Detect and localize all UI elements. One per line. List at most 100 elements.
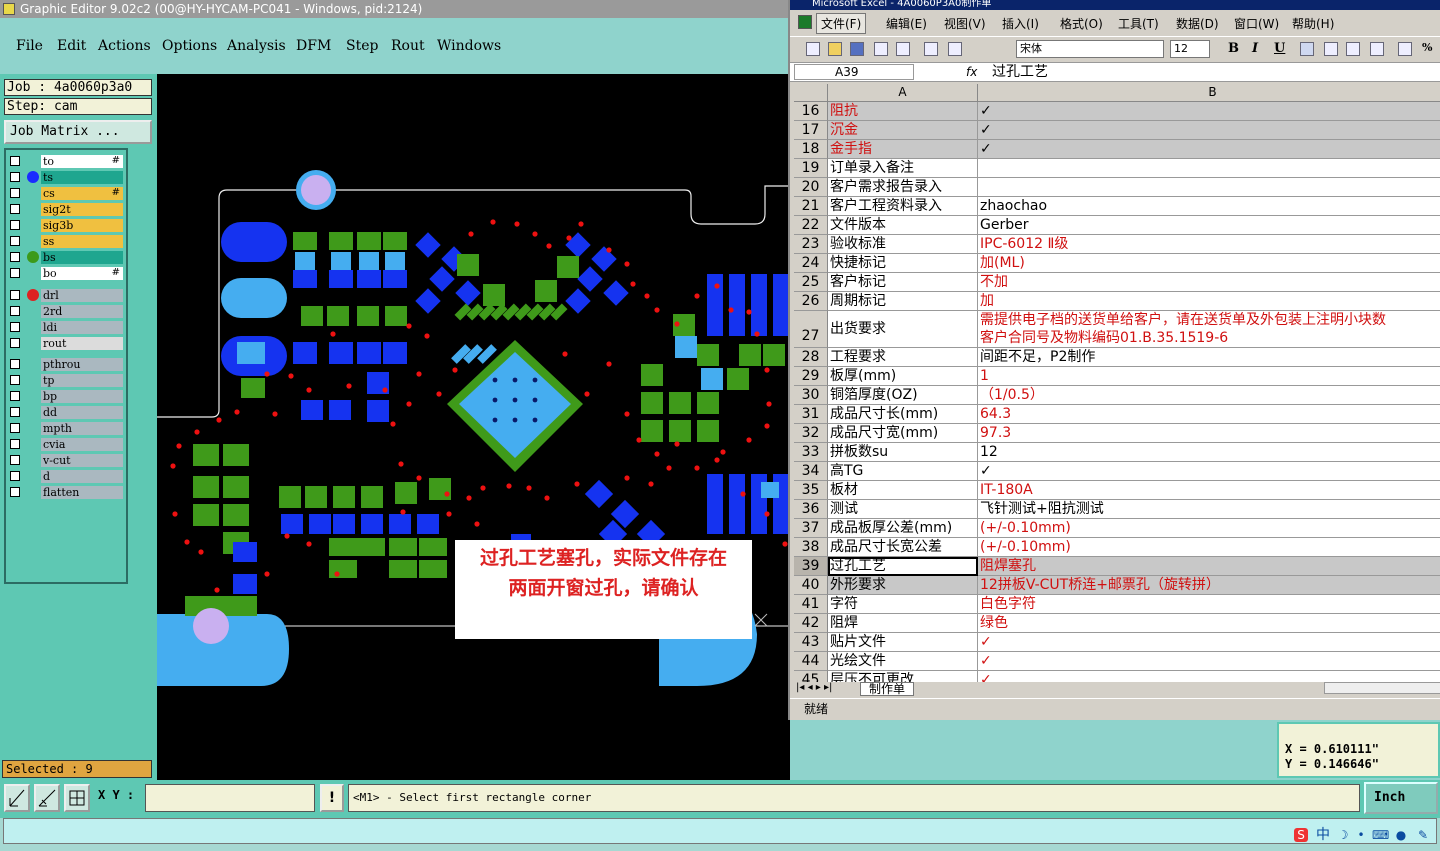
cell-a[interactable]: 过孔工艺 — [828, 557, 978, 576]
sheet-row-37[interactable]: 37 成品板厚公差(mm) (+/-0.10mm) — [794, 519, 1440, 538]
print-icon[interactable] — [924, 42, 938, 56]
row-number[interactable]: 25 — [794, 273, 828, 292]
sheet-row-22[interactable]: 22 文件版本 Gerber — [794, 216, 1440, 235]
layer-checkbox[interactable] — [10, 188, 20, 198]
row-number[interactable]: 21 — [794, 197, 828, 216]
layer-checkbox[interactable] — [10, 236, 20, 246]
permission-icon[interactable] — [874, 42, 888, 56]
layer-row-cvia[interactable]: cvia — [8, 438, 124, 452]
menu-data[interactable]: 数据(D) — [1176, 15, 1219, 32]
new-file-icon[interactable] — [806, 42, 820, 56]
zoom-fit-button[interactable] — [4, 784, 30, 812]
measure-button[interactable] — [34, 784, 60, 812]
excel-doc-icon[interactable] — [798, 15, 812, 29]
row-number[interactable]: 23 — [794, 235, 828, 254]
alert-button[interactable]: ! — [320, 784, 344, 812]
sheet-row-27[interactable]: 27 出货要求 需提供电子档的送货单给客户，请在送货单及外包装上注明小块数 客户合同号… — [794, 311, 1440, 348]
save-icon[interactable] — [850, 42, 864, 56]
cell-a[interactable]: 字符 — [828, 595, 978, 614]
email-icon[interactable] — [896, 42, 910, 56]
layer-checkbox[interactable] — [10, 423, 20, 433]
row-number[interactable]: 27 — [794, 311, 828, 348]
layer-checkbox[interactable] — [10, 455, 20, 465]
layer-row-bp[interactable]: bp — [8, 390, 124, 404]
sheet-row-36[interactable]: 36 测试 飞针测试+阻抗测试 — [794, 500, 1440, 519]
cell-b[interactable] — [978, 178, 1440, 197]
layer-row-vcut[interactable]: v-cut — [8, 454, 124, 468]
row-number[interactable]: 17 — [794, 121, 828, 140]
row-number[interactable]: 28 — [794, 348, 828, 367]
cell-b[interactable]: (+/-0.10mm) — [978, 519, 1440, 538]
layer-checkbox[interactable] — [10, 322, 20, 332]
row-number[interactable]: 35 — [794, 481, 828, 500]
layer-checkbox[interactable] — [10, 338, 20, 348]
cell-b[interactable]: ✓ — [978, 652, 1440, 671]
menu-edit[interactable]: Edit — [57, 38, 86, 54]
sheet-row-39[interactable]: 39 过孔工艺 阻焊塞孔 — [794, 557, 1440, 576]
cell-a[interactable]: 成品板厚公差(mm) — [828, 519, 978, 538]
row-number[interactable]: 38 — [794, 538, 828, 557]
menu-view[interactable]: 视图(V) — [944, 15, 986, 32]
layer-row-2rd[interactable]: 2rd — [8, 305, 124, 319]
layer-row-d[interactable]: d — [8, 470, 124, 484]
cell-a[interactable]: 客户需求报告录入 — [828, 178, 978, 197]
sheet-row-18[interactable]: 18 金手指 ✓ — [794, 140, 1440, 159]
row-number[interactable]: 41 — [794, 595, 828, 614]
percent-button[interactable]: % — [1422, 41, 1432, 54]
menu-options[interactable]: Options — [162, 38, 217, 54]
layer-checkbox[interactable] — [10, 407, 20, 417]
sheet-row-28[interactable]: 28 工程要求 间距不足，P2制作 — [794, 348, 1440, 367]
row-number[interactable]: 33 — [794, 443, 828, 462]
cell-b[interactable]: ✓ — [978, 462, 1440, 481]
ime-chinese-toggle[interactable]: 中 — [1316, 828, 1330, 842]
cell-a[interactable]: 铜箔厚度(OZ) — [828, 386, 978, 405]
row-number[interactable]: 18 — [794, 140, 828, 159]
cell-b[interactable]: ✓ — [978, 121, 1440, 140]
cell-a[interactable]: 贴片文件 — [828, 633, 978, 652]
cell-a[interactable]: 订单录入备注 — [828, 159, 978, 178]
cell-b[interactable]: ✓ — [978, 102, 1440, 121]
sheet-tab[interactable]: 制作单 — [860, 682, 915, 696]
cell-b[interactable]: zhaochao — [978, 197, 1440, 216]
cell-a[interactable]: 阻焊 — [828, 614, 978, 633]
cell-a[interactable]: 周期标记 — [828, 292, 978, 311]
cell-a[interactable]: 板厚(mm) — [828, 367, 978, 386]
row-number[interactable]: 34 — [794, 462, 828, 481]
menu-help[interactable]: 帮助(H) — [1292, 15, 1334, 32]
cell-a[interactable]: 板材 — [828, 481, 978, 500]
layer-checkbox[interactable] — [10, 156, 20, 166]
sheet-row-24[interactable]: 24 快捷标记 加(ML) — [794, 254, 1440, 273]
cell-a[interactable]: 测试 — [828, 500, 978, 519]
layer-row-to[interactable]: to # — [8, 155, 124, 169]
horizontal-scrollbar[interactable] — [1324, 682, 1440, 694]
row-number[interactable]: 24 — [794, 254, 828, 273]
grid-button[interactable] — [64, 784, 90, 812]
layer-checkbox[interactable] — [10, 471, 20, 481]
row-number[interactable]: 32 — [794, 424, 828, 443]
sheet-row-31[interactable]: 31 成品尺寸长(mm) 64.3 — [794, 405, 1440, 424]
row-number[interactable]: 29 — [794, 367, 828, 386]
layer-checkbox[interactable] — [10, 290, 20, 300]
cell-a[interactable]: 快捷标记 — [828, 254, 978, 273]
sheet-row-26[interactable]: 26 周期标记加 — [794, 292, 1440, 311]
cell-b[interactable]: 不加 — [978, 273, 1440, 292]
align-right-icon[interactable] — [1346, 42, 1360, 56]
layer-checkbox[interactable] — [10, 439, 20, 449]
font-size-select[interactable]: 12 — [1170, 40, 1210, 58]
sheet-row-16[interactable]: 16 阻抗 ✓ — [794, 102, 1440, 121]
column-header-b[interactable]: B — [978, 84, 1440, 102]
merge-center-icon[interactable] — [1370, 42, 1384, 56]
sheet-row-23[interactable]: 23 验收标准 IPC-6012 Ⅱ级 — [794, 235, 1440, 254]
select-all-corner[interactable] — [794, 84, 828, 102]
row-number[interactable]: 37 — [794, 519, 828, 538]
layer-checkbox[interactable] — [10, 172, 20, 182]
sheet-row-44[interactable]: 44 光绘文件 ✓ — [794, 652, 1440, 671]
cell-b[interactable]: 飞针测试+阻抗测试 — [978, 500, 1440, 519]
layer-checkbox[interactable] — [10, 375, 20, 385]
layer-checkbox[interactable] — [10, 268, 20, 278]
sheet-row-17[interactable]: 17 沉金 ✓ — [794, 121, 1440, 140]
cell-b[interactable]: 12 — [978, 443, 1440, 462]
layer-checkbox[interactable] — [10, 252, 20, 262]
cell-b[interactable]: 1 — [978, 367, 1440, 386]
name-box[interactable]: A39 — [794, 64, 914, 80]
